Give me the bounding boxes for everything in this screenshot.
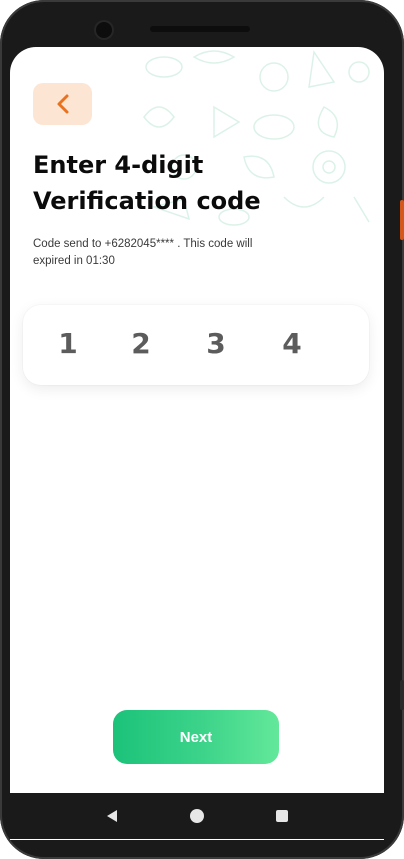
home-circle-icon[interactable]	[182, 801, 212, 831]
page-title: Enter 4-digit Verification code	[33, 147, 353, 219]
verification-message: Code send to +6282045**** . This code wi…	[33, 236, 283, 270]
recents-square-icon[interactable]	[267, 801, 297, 831]
earpiece-speaker	[150, 26, 250, 32]
code-digit-3[interactable]: 3	[201, 327, 231, 360]
code-digit-1[interactable]: 1	[53, 327, 83, 360]
back-button[interactable]	[33, 83, 92, 125]
power-button	[400, 680, 404, 710]
code-digit-2[interactable]: 2	[126, 327, 156, 360]
message-line-2: expired in 01:30	[33, 255, 115, 267]
app-screen: Enter 4-digit Verification code Code sen…	[10, 47, 384, 840]
code-digit-4[interactable]: 4	[277, 327, 307, 360]
title-line-2: Verification code	[33, 187, 261, 215]
next-button[interactable]: Next	[113, 710, 279, 764]
system-nav-bar	[10, 793, 384, 839]
chevron-left-icon	[57, 94, 68, 114]
phone-frame: Enter 4-digit Verification code Code sen…	[0, 0, 404, 859]
code-input-card: 1 2 3 4	[23, 305, 369, 385]
title-line-1: Enter 4-digit	[33, 151, 204, 179]
volume-button	[400, 200, 404, 240]
message-line-1: Code send to +6282045**** . This code wi…	[33, 238, 253, 250]
back-triangle-icon[interactable]	[97, 801, 127, 831]
front-camera	[96, 22, 112, 38]
